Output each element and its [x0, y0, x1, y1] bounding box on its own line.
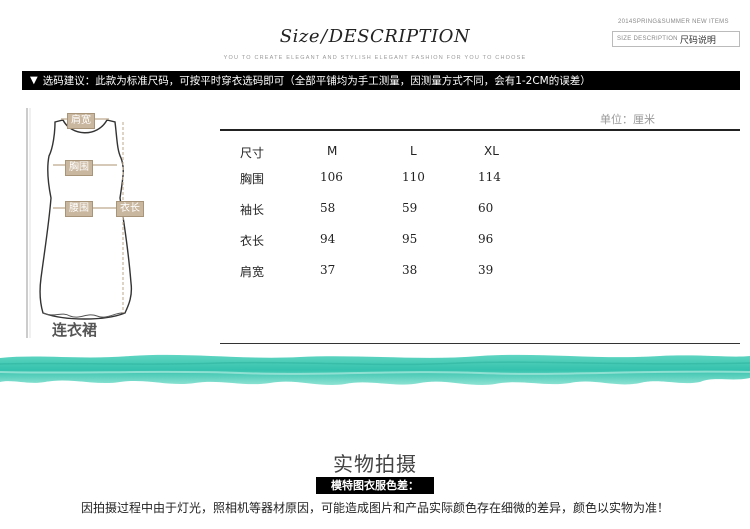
table-cell: 38: [402, 263, 418, 277]
table-cell: 58: [320, 201, 336, 215]
teal-brush-divider: [0, 354, 750, 385]
color-difference-note: 因拍摄过程中由于灯光，照相机等器材原因，可能造成图片和产品实际颜色存在细微的差异…: [80, 501, 669, 515]
table-row-label: 衣长: [240, 234, 265, 248]
table-row-label: 胸围: [240, 172, 265, 186]
table-row-label: 肩宽: [240, 265, 265, 279]
table-header-label: 尺寸: [240, 146, 265, 160]
table-cell: 37: [320, 263, 336, 277]
table-header-size: M: [327, 144, 338, 158]
table-cell: 60: [478, 201, 494, 215]
table-header-size: XL: [484, 144, 499, 158]
table-cell: 94: [320, 232, 336, 246]
table-cell: 106: [320, 170, 343, 184]
table-cell: 96: [478, 232, 494, 246]
table-cell: 114: [478, 170, 501, 184]
photo-section-title: 实物拍摄: [333, 452, 417, 476]
table-cell: 110: [402, 170, 425, 184]
table-header-size: L: [410, 144, 417, 158]
table-cell: 59: [402, 201, 418, 215]
table-cell: 39: [478, 263, 494, 277]
table-row-label: 袖长: [240, 203, 265, 217]
color-difference-heading: 模特图衣服色差：: [316, 477, 434, 494]
table-cell: 95: [402, 232, 418, 246]
